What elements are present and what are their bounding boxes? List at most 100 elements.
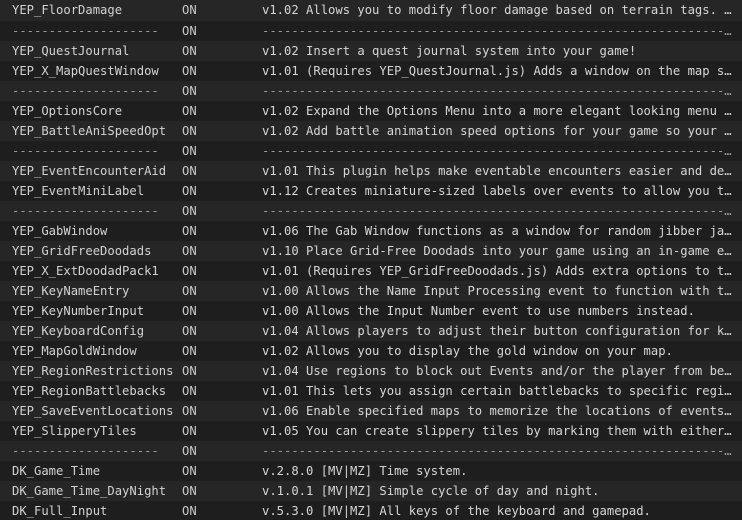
plugin-description: v1.00 Allows the Input Number event to u… (262, 304, 695, 318)
plugin-status[interactable]: ON (182, 301, 262, 321)
plugin-status[interactable]: ON (182, 381, 262, 401)
plugin-row[interactable]: YEP_RegionRestrictions ON v1.04 Use region… (0, 361, 742, 381)
plugin-list[interactable]: YEP_FloorDamage ON v1.02 Allows you to mod… (0, 0, 742, 520)
plugin-row[interactable]: YEP_EventMiniLabel ON v1.12 Creates miniat… (0, 181, 742, 201)
plugin-status[interactable]: ON (182, 461, 262, 481)
plugin-name: YEP_GabWindow (12, 224, 108, 238)
plugin-status[interactable]: ON (182, 421, 262, 441)
plugin-row[interactable]: YEP_MapGoldWindow ON v1.02 Allows you to d… (0, 341, 742, 361)
plugin-row[interactable]: YEP_BattleAniSpeedOpt ON v1.02 Add battle … (0, 121, 742, 141)
plugin-status[interactable]: ON (182, 441, 262, 461)
plugin-description: ----------------------------------------… (262, 84, 742, 98)
plugin-row[interactable]: YEP_SlipperyTiles ON v1.05 You can create … (0, 421, 742, 441)
plugin-name: YEP_KeyboardConfig (12, 324, 145, 338)
plugin-status[interactable]: ON (182, 241, 262, 261)
plugin-name: YEP_SlipperyTiles (12, 424, 137, 438)
plugin-row[interactable]: DK_Game_Time_DayNight ON v.1.0.1 [MV|MZ] S… (0, 481, 742, 501)
plugin-name: YEP_X_ExtDoodadPack1 (12, 264, 159, 278)
plugin-description: v1.01 This lets you assign certain battl… (262, 384, 742, 398)
plugin-name: YEP_KeyNameEntry (12, 284, 130, 298)
plugin-status[interactable]: ON (182, 61, 262, 81)
plugin-description: v1.12 Creates miniature-sized labels ove… (262, 184, 742, 198)
plugin-name: YEP_GridFreeDoodads (12, 244, 152, 258)
plugin-row[interactable]: YEP_OptionsCore ON v1.02 Expand the Option… (0, 101, 742, 121)
plugin-row[interactable]: YEP_KeyNameEntry ON v1.00 Allows the Name … (0, 281, 742, 301)
plugin-description: v1.05 You can create slippery tiles by m… (262, 424, 742, 438)
plugin-name: YEP_EventMiniLabel (12, 184, 145, 198)
plugin-description: v1.02 Allows you to display the gold win… (262, 344, 673, 358)
plugin-row[interactable]: YEP_SaveEventLocations ON v1.06 Enable spe… (0, 401, 742, 421)
plugin-name: YEP_X_MapQuestWindow (12, 64, 159, 78)
plugin-description: v.2.8.0 [MV|MZ] Time system. (262, 464, 468, 478)
plugin-row[interactable]: YEP_EventEncounterAid ON v1.01 This plugin… (0, 161, 742, 181)
plugin-status[interactable]: ON (182, 81, 262, 101)
plugin-description: v1.02 Insert a quest journal system into… (262, 44, 637, 58)
separator-row[interactable]: -------------------- ON ------------------… (0, 141, 742, 161)
plugin-status[interactable]: ON (182, 101, 262, 121)
plugin-description: v1.06 Enable specified maps to memorize … (262, 404, 742, 418)
separator-row[interactable]: -------------------- ON ------------------… (0, 21, 742, 41)
plugin-status[interactable]: ON (182, 181, 262, 201)
separator-row[interactable]: -------------------- ON ------------------… (0, 201, 742, 221)
plugin-row[interactable]: YEP_GridFreeDoodads ON v1.10 Place Grid-Fr… (0, 241, 742, 261)
plugin-name: YEP_QuestJournal (12, 44, 130, 58)
plugin-name: YEP_BattleAniSpeedOpt (12, 124, 167, 138)
plugin-status[interactable]: ON (182, 201, 262, 221)
plugin-name: YEP_OptionsCore (12, 104, 123, 118)
plugin-status[interactable]: ON (182, 501, 262, 520)
plugin-name: -------------------- (12, 144, 159, 158)
separator-row[interactable]: -------------------- ON ------------------… (0, 441, 742, 461)
plugin-description: v.1.0.1 [MV|MZ] Simple cycle of day and … (262, 484, 600, 498)
plugin-description: v1.02 Allows you to modify floor damage … (262, 3, 742, 17)
plugin-row[interactable]: YEP_KeyNumberInput ON v1.00 Allows the Inp… (0, 301, 742, 321)
plugin-name: YEP_FloorDamage (12, 3, 123, 17)
plugin-status[interactable]: ON (182, 221, 262, 241)
plugin-description: v1.01 (Requires YEP_QuestJournal.js) Add… (262, 64, 742, 78)
plugin-description: v1.06 The Gab Window functions as a wind… (262, 224, 742, 238)
plugin-status[interactable]: ON (182, 21, 262, 41)
plugin-row[interactable]: YEP_RegionBattlebacks ON v1.01 This lets y… (0, 381, 742, 401)
plugin-description: v.5.3.0 [MV|MZ] All keys of the keyboard… (262, 504, 651, 518)
plugin-description: v1.04 Allows players to adjust their but… (262, 324, 742, 338)
plugin-description: v1.02 Expand the Options Menu into a mor… (262, 104, 742, 118)
plugin-description: ----------------------------------------… (262, 24, 742, 38)
separator-row[interactable]: -------------------- ON ------------------… (0, 81, 742, 101)
plugin-description: v1.00 Allows the Name Input Processing e… (262, 284, 742, 298)
plugin-row[interactable]: YEP_X_ExtDoodadPack1 ON v1.01 (Requires YE… (0, 261, 742, 281)
plugin-description: ----------------------------------------… (262, 144, 742, 158)
plugin-status[interactable]: ON (182, 261, 262, 281)
plugin-status[interactable]: ON (182, 121, 262, 141)
plugin-row[interactable]: YEP_FloorDamage ON v1.02 Allows you to mod… (0, 0, 742, 21)
plugin-row[interactable]: YEP_QuestJournal ON v1.02 Insert a quest j… (0, 41, 742, 61)
plugin-status[interactable]: ON (182, 0, 262, 21)
plugin-status[interactable]: ON (182, 281, 262, 301)
plugin-name: -------------------- (12, 204, 159, 218)
plugin-status[interactable]: ON (182, 141, 262, 161)
plugin-name: DK_Game_Time (12, 464, 101, 478)
plugin-status[interactable]: ON (182, 481, 262, 501)
plugin-row[interactable]: YEP_GabWindow ON v1.06 The Gab Window func… (0, 221, 742, 241)
plugin-status[interactable]: ON (182, 321, 262, 341)
plugin-row[interactable]: YEP_KeyboardConfig ON v1.04 Allows players… (0, 321, 742, 341)
plugin-name: YEP_KeyNumberInput (12, 304, 145, 318)
plugin-status[interactable]: ON (182, 161, 262, 181)
plugin-name: -------------------- (12, 24, 159, 38)
plugin-status[interactable]: ON (182, 401, 262, 421)
plugin-name: -------------------- (12, 84, 159, 98)
plugin-status[interactable]: ON (182, 41, 262, 61)
plugin-name: YEP_SaveEventLocations (12, 404, 174, 418)
plugin-description: v1.04 Use regions to block out Events an… (262, 364, 742, 378)
plugin-name: YEP_RegionBattlebacks (12, 384, 167, 398)
plugin-row[interactable]: DK_Game_Time ON v.2.8.0 [MV|MZ] Time syste… (0, 461, 742, 481)
plugin-name: YEP_RegionRestrictions (12, 364, 174, 378)
plugin-description: ----------------------------------------… (262, 204, 742, 218)
plugin-row[interactable]: DK_Full_Input ON v.5.3.0 [MV|MZ] All keys … (0, 501, 742, 520)
plugin-status[interactable]: ON (182, 361, 262, 381)
plugin-name: DK_Game_Time_DayNight (12, 484, 167, 498)
plugin-name: YEP_EventEncounterAid (12, 164, 167, 178)
plugin-description: v1.02 Add battle animation speed options… (262, 124, 742, 138)
plugin-description: v1.10 Place Grid-Free Doodads into your … (262, 244, 742, 258)
plugin-name: DK_Full_Input (12, 504, 108, 518)
plugin-status[interactable]: ON (182, 341, 262, 361)
plugin-row[interactable]: YEP_X_MapQuestWindow ON v1.01 (Requires YE… (0, 61, 742, 81)
